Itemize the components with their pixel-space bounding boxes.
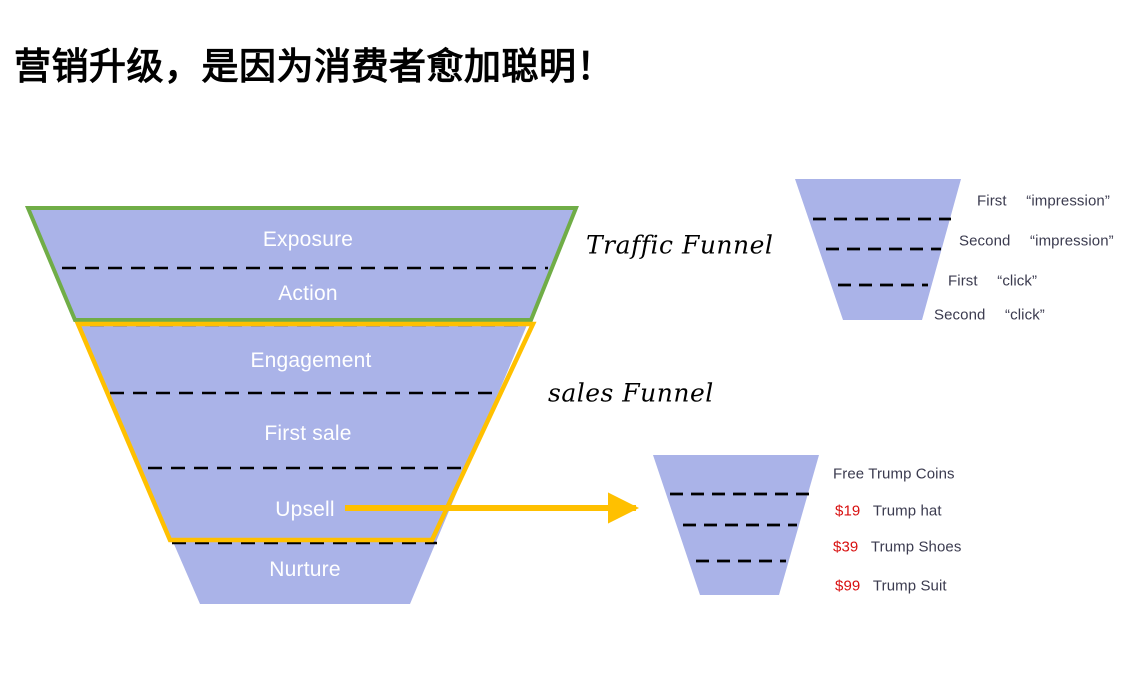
funnel-stage-first-sale[interactable]: First sale xyxy=(264,422,351,446)
annotation-traffic-funnel: Traffic Funnel xyxy=(586,230,774,260)
funnel-stage-exposure[interactable]: Exposure xyxy=(263,228,353,252)
sales-row-3-price: $39 xyxy=(833,538,859,556)
traffic-row-3-ordinal: First xyxy=(948,272,978,290)
sales-detail-row-4: $99 Trump Suit xyxy=(835,578,947,595)
funnel-stage-upsell[interactable]: Upsell xyxy=(275,498,335,522)
sales-row-4-price: $99 xyxy=(835,577,861,595)
traffic-detail-row-4: Second “click” xyxy=(934,307,1045,324)
traffic-row-4-ordinal: Second xyxy=(934,306,986,324)
traffic-row-2-term: “impression” xyxy=(1030,232,1114,250)
funnel-stage-action[interactable]: Action xyxy=(278,282,338,306)
funnel-stage-engagement[interactable]: Engagement xyxy=(250,349,371,373)
sales-row-1-product: Free Trump Coins xyxy=(833,465,955,483)
sales-detail-row-1: Free Trump Coins xyxy=(833,466,955,483)
annotation-sales-funnel: sales Funnel xyxy=(548,378,714,408)
traffic-row-3-term: “click” xyxy=(997,272,1038,290)
traffic-row-1-ordinal: First xyxy=(977,192,1007,210)
traffic-detail-row-3: First “click” xyxy=(948,273,1037,290)
funnel-diagram xyxy=(24,179,961,604)
traffic-row-1-term: “impression” xyxy=(1026,192,1110,210)
sales-row-2-price: $19 xyxy=(835,502,861,520)
sales-row-3-product: Trump Shoes xyxy=(870,538,962,556)
slide-canvas: 营销升级，是因为消费者愈加聪明！ Exposure Action Engagem… xyxy=(0,0,1139,681)
traffic-detail-row-1: First “impression” xyxy=(977,193,1110,210)
sales-row-2-product: Trump hat xyxy=(872,502,942,520)
funnel-stage-nurture[interactable]: Nurture xyxy=(269,558,340,582)
traffic-detail-row-2: Second “impression” xyxy=(959,233,1114,250)
traffic-row-2-ordinal: Second xyxy=(959,232,1011,250)
sales-detail-row-3: $39 Trump Shoes xyxy=(833,539,961,556)
sales-row-4-product: Trump Suit xyxy=(872,577,947,595)
traffic-row-4-term: “click” xyxy=(1005,306,1045,324)
sales-detail-row-2: $19 Trump hat xyxy=(835,503,942,520)
